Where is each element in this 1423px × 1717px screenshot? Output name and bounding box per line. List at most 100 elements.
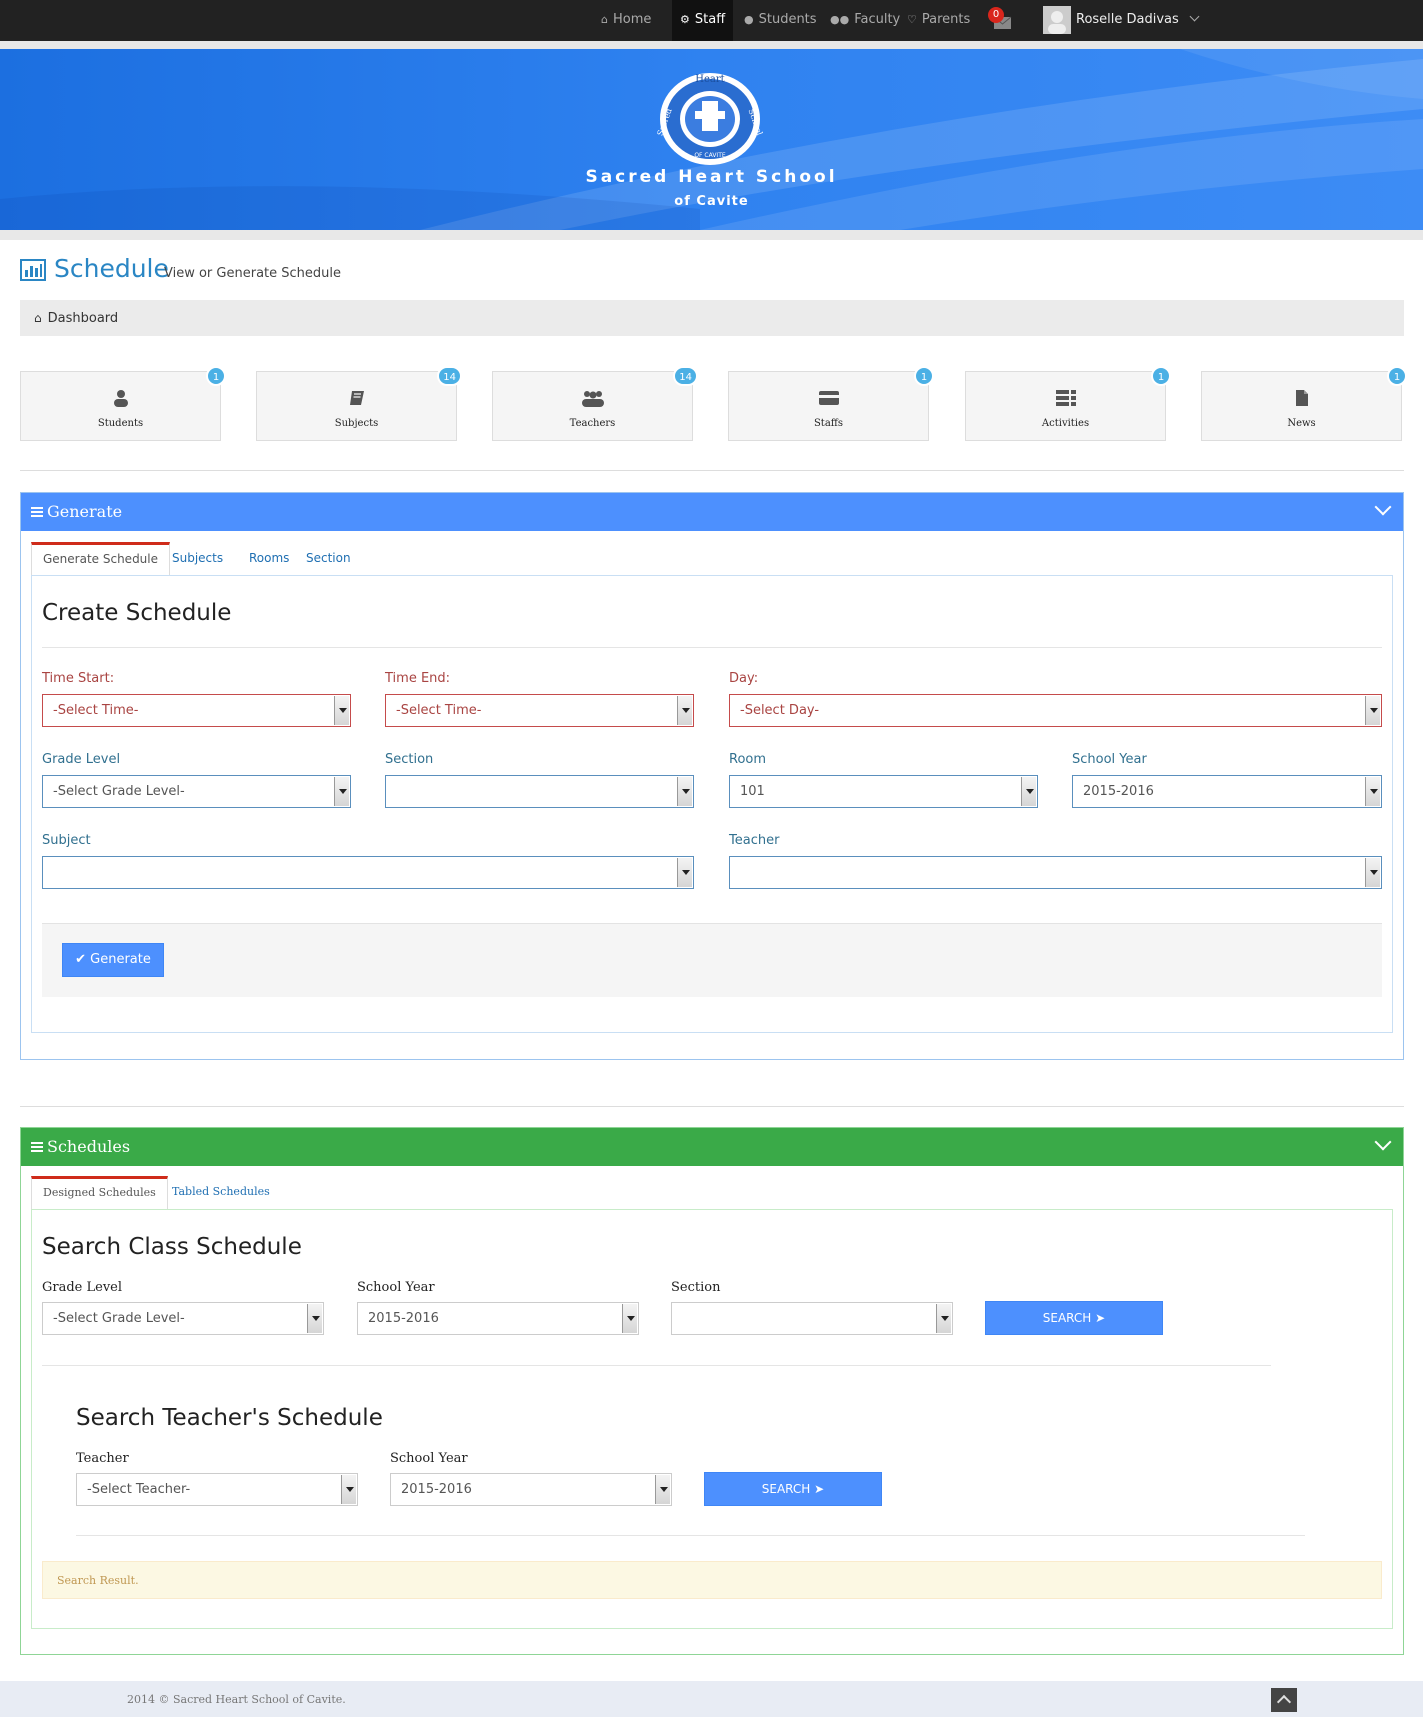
tab-tabled-schedules[interactable]: Tabled Schedules xyxy=(161,1176,281,1209)
section-select[interactable] xyxy=(385,775,694,808)
dropdown-arrow-icon xyxy=(655,1475,670,1504)
count-badge: 1 xyxy=(206,366,226,386)
tab-rooms[interactable]: Rooms xyxy=(238,542,300,575)
tab-section[interactable]: Section xyxy=(295,542,362,575)
time-end-label: Time End: xyxy=(385,671,451,686)
class-grade-level-label: Grade Level xyxy=(42,1280,123,1295)
schedules-panel-header[interactable]: Schedules xyxy=(21,1128,1403,1166)
nav-faculty[interactable]: ●● Faculty xyxy=(830,0,900,41)
tile-label: Subjects xyxy=(334,418,379,429)
menu-icon xyxy=(31,507,43,517)
nav-parents[interactable]: ♡ Parents xyxy=(907,0,970,41)
school-year-label: School Year xyxy=(1072,752,1147,767)
generate-panel: Generate Generate Schedule Subjects Room… xyxy=(20,492,1404,1060)
user-menu[interactable]: Roselle Dadivas xyxy=(1076,0,1200,41)
card-icon xyxy=(729,389,928,412)
page-title: Schedule xyxy=(54,254,169,283)
nav-staff[interactable]: ⚙ Staff xyxy=(672,0,734,41)
chevron-down-icon[interactable] xyxy=(1374,1133,1392,1151)
teacher-select[interactable]: -Select Teacher- xyxy=(76,1473,358,1506)
arrow-circle-right-icon: ➤ xyxy=(1095,1311,1106,1325)
banner-title: Sacred Heart School xyxy=(585,167,838,187)
user-icon: ● xyxy=(744,13,754,26)
tile-news[interactable]: News 1 xyxy=(1201,366,1407,441)
tile-label: Students xyxy=(97,418,144,429)
tile-subjects[interactable]: Subjects 14 xyxy=(256,366,462,441)
divider xyxy=(42,1365,1271,1366)
user-icon xyxy=(21,389,220,412)
schedules-panel: Schedules Designed Schedules Tabled Sche… xyxy=(20,1127,1404,1655)
nav-home[interactable]: ⌂ Home xyxy=(601,0,651,41)
generate-button[interactable]: ✔ Generate xyxy=(62,943,164,977)
tile-teachers[interactable]: Teachers 14 xyxy=(492,366,698,441)
search-class-schedule-heading: Search Class Schedule xyxy=(42,1234,302,1260)
search-teacher-schedule-heading: Search Teacher's Schedule xyxy=(76,1405,383,1431)
dropdown-arrow-icon xyxy=(622,1304,637,1333)
tile-label: Teachers xyxy=(569,418,616,429)
dropdown-arrow-icon xyxy=(677,696,692,725)
check-icon: ✔ xyxy=(75,952,87,967)
class-grade-level-select[interactable]: -Select Grade Level- xyxy=(42,1302,324,1335)
teacher-select[interactable] xyxy=(729,856,1382,889)
back-to-top-button[interactable] xyxy=(1271,1688,1297,1712)
day-select[interactable]: -Select Day- xyxy=(729,694,1382,727)
schedules-tab-content: Search Class Schedule Grade Level -Selec… xyxy=(31,1209,1393,1629)
tab-subjects[interactable]: Subjects xyxy=(161,542,234,575)
teacher-label: Teacher xyxy=(76,1451,129,1466)
count-badge: 1 xyxy=(914,366,934,386)
dropdown-arrow-icon xyxy=(334,777,349,806)
tab-designed-schedules[interactable]: Designed Schedules xyxy=(31,1176,168,1209)
generate-panel-header[interactable]: Generate xyxy=(21,493,1403,531)
dropdown-arrow-icon xyxy=(1365,858,1380,887)
count-badge: 1 xyxy=(1387,366,1407,386)
mail-button[interactable]: 0 xyxy=(988,7,1012,31)
chevron-down-icon[interactable] xyxy=(1374,498,1392,516)
menu-icon xyxy=(31,1142,43,1152)
dropdown-arrow-icon xyxy=(307,1304,322,1333)
room-select[interactable]: 101 xyxy=(729,775,1038,808)
avatar[interactable] xyxy=(1043,6,1071,34)
svg-text:Heart: Heart xyxy=(695,74,724,85)
nav-separator xyxy=(0,41,1423,49)
footer: 2014 © Sacred Heart School of Cavite. xyxy=(0,1681,1423,1717)
bar-chart-icon xyxy=(20,259,46,281)
time-start-select[interactable]: -Select Time- xyxy=(42,694,351,727)
users-icon: ●● xyxy=(830,13,850,26)
users-icon xyxy=(493,389,692,412)
dropdown-arrow-icon xyxy=(677,777,692,806)
arrow-circle-right-icon: ➤ xyxy=(814,1482,825,1496)
search-result-box: Search Result. xyxy=(42,1561,1382,1599)
dropdown-arrow-icon xyxy=(1365,777,1380,806)
teacher-school-year-select[interactable]: 2015-2016 xyxy=(390,1473,672,1506)
time-end-select[interactable]: -Select Time- xyxy=(385,694,694,727)
room-label: Room xyxy=(729,752,767,767)
search-teacher-button[interactable]: SEARCH ➤ xyxy=(704,1472,882,1506)
class-section-label: Section xyxy=(671,1280,721,1295)
top-navbar: ⌂ Home ⚙ Staff ● Students ●● Faculty ♡ Parent… xyxy=(0,0,1423,41)
school-year-select[interactable]: 2015-2016 xyxy=(1072,775,1382,808)
banner-subtitle: of Cavite xyxy=(674,194,749,209)
teacher-label: Teacher xyxy=(729,833,780,848)
tile-activities[interactable]: Activities 1 xyxy=(965,366,1171,441)
generate-tab-content: Create Schedule Time Start: -Select Time… xyxy=(31,575,1393,1033)
file-icon xyxy=(1202,389,1401,412)
home-icon: ⌂ xyxy=(34,311,42,325)
section-label: Section xyxy=(385,752,434,767)
grade-level-label: Grade Level xyxy=(42,752,121,767)
count-badge: 14 xyxy=(673,366,698,386)
tile-staffs[interactable]: Staffs 1 xyxy=(728,366,934,441)
class-school-year-select[interactable]: 2015-2016 xyxy=(357,1302,639,1335)
tile-students[interactable]: Students 1 xyxy=(20,366,226,441)
class-school-year-label: School Year xyxy=(357,1280,435,1295)
search-class-button[interactable]: SEARCH ➤ xyxy=(985,1301,1163,1335)
class-section-select[interactable] xyxy=(671,1302,953,1335)
nav-students[interactable]: ● Students xyxy=(744,0,817,41)
subject-select[interactable] xyxy=(42,856,694,889)
banner-bottom-strip xyxy=(0,230,1423,240)
create-schedule-heading: Create Schedule xyxy=(42,600,232,626)
grade-level-select[interactable]: -Select Grade Level- xyxy=(42,775,351,808)
tab-generate-schedule[interactable]: Generate Schedule xyxy=(31,542,171,575)
panel-title: Generate xyxy=(47,502,123,521)
count-badge: 1 xyxy=(1151,366,1171,386)
breadcrumb-dashboard-link[interactable]: Dashboard xyxy=(48,311,119,326)
